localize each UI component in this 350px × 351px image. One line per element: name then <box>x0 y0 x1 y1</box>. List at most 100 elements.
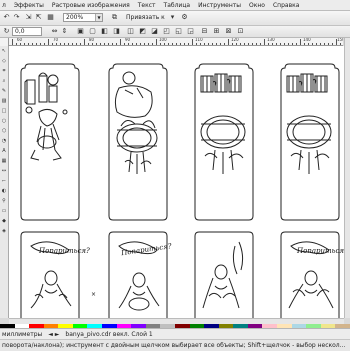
rectangle-tool-icon[interactable]: □ <box>1 108 7 114</box>
text-tool-icon[interactable]: A <box>1 148 7 154</box>
combine-icon[interactable]: ◧ <box>100 27 109 36</box>
export-icon[interactable]: ⇱ <box>34 13 43 22</box>
options-icon[interactable]: ⚙ <box>180 13 189 22</box>
vertical-scrollbar[interactable] <box>344 38 350 318</box>
menu-item-window[interactable]: Окно <box>245 2 269 9</box>
mirror-vertical-icon[interactable]: ⇕ <box>60 27 69 36</box>
app-launcher-icon[interactable]: ▦ <box>46 13 55 22</box>
menu-item-tools[interactable]: Инструменты <box>194 2 245 9</box>
status-bar-hint: поворота/наклона); инструмент с двойным … <box>0 339 350 351</box>
to-front-icon[interactable]: ⊞ <box>212 27 221 36</box>
connector-tool-icon[interactable]: ⌐ <box>1 178 7 184</box>
ruler-number: 120 <box>231 38 239 42</box>
polygon-tool-icon[interactable]: ⬡ <box>1 128 7 134</box>
chevron-down-icon[interactable]: ▼ <box>95 14 102 21</box>
ruler-tick <box>88 43 89 45</box>
zoom-value: 200% <box>66 14 84 21</box>
ruler-tick <box>40 43 41 45</box>
panel-top-4 <box>280 63 340 221</box>
ruler-tick <box>192 39 193 45</box>
import-icon[interactable]: ⇲ <box>24 13 33 22</box>
units-label: миллиметры <box>2 331 43 338</box>
group-icon[interactable]: ▣ <box>76 27 85 36</box>
standard-toolbar: ↶ ↷ ⇲ ⇱ ▦ 200% ▼ ⧉ Привязать к ▾ ⚙ <box>0 11 350 26</box>
simplify-icon[interactable]: ◰ <box>162 27 171 36</box>
ruler-tick <box>52 43 53 45</box>
intersect-icon[interactable]: ◪ <box>150 27 159 36</box>
table-tool-icon[interactable]: ▦ <box>1 158 7 164</box>
ruler-tick <box>324 43 325 45</box>
ruler-tick <box>84 39 85 45</box>
break-apart-icon[interactable]: ◨ <box>112 27 121 36</box>
undo-icon[interactable]: ↶ <box>2 13 11 22</box>
create-boundary-icon[interactable]: ⊡ <box>236 27 245 36</box>
smart-fill-icon[interactable]: ▨ <box>1 98 7 104</box>
ruler-tick <box>104 43 105 45</box>
menu-item-help[interactable]: Справка <box>269 2 303 9</box>
dimension-tool-icon[interactable]: ↔ <box>1 168 7 174</box>
blend-tool-icon[interactable]: ◐ <box>1 188 7 194</box>
rotation-value: 0,0 <box>15 28 25 35</box>
ruler-tick <box>152 43 153 45</box>
ruler-number: 80 <box>89 38 95 42</box>
redo-icon[interactable]: ↷ <box>12 13 21 22</box>
ruler-tick <box>156 39 157 45</box>
menu-item-bitmaps[interactable]: Растровые изображения <box>48 2 134 9</box>
ruler-tick <box>272 43 273 45</box>
ruler-tick <box>120 39 121 45</box>
ruler-tick <box>48 39 49 45</box>
fill-tool-icon[interactable]: ◆ <box>1 218 7 224</box>
ruler-tick <box>72 43 73 45</box>
ruler-tick <box>68 43 69 45</box>
layer-info: banya_pivo.cdr векл. Слой 1 <box>65 331 153 338</box>
menu-item-table[interactable]: Таблица <box>160 2 195 9</box>
zoom-combo[interactable]: 200% ▼ <box>63 13 103 22</box>
rotation-field[interactable]: 0,0 <box>12 27 42 36</box>
to-back-icon[interactable]: ⊠ <box>224 27 233 36</box>
ruler-number: 110 <box>195 38 203 42</box>
ruler-tick <box>228 39 229 45</box>
horizontal-ruler[interactable]: 60 70 80 90 100 110 120 130 140 150 <box>8 38 343 46</box>
ruler-tick <box>256 43 257 45</box>
rotation-icon: ↻ <box>3 27 10 35</box>
weld-icon[interactable]: ◫ <box>126 27 135 36</box>
ruler-tick <box>340 43 341 45</box>
ellipse-tool-icon[interactable]: ○ <box>1 118 7 124</box>
basic-shapes-icon[interactable]: ◔ <box>1 138 7 144</box>
crop-tool-icon[interactable]: ⌗ <box>1 68 7 74</box>
align-icon[interactable]: ⊟ <box>200 27 209 36</box>
pick-tool-icon[interactable]: ↖ <box>1 48 7 54</box>
ruler-tick <box>64 43 65 45</box>
menu-item-edit[interactable]: л <box>0 2 10 9</box>
eyedropper-tool-icon[interactable]: ⚲ <box>1 198 7 204</box>
front-minus-back-icon[interactable]: ◱ <box>174 27 183 36</box>
freehand-tool-icon[interactable]: ✎ <box>1 88 7 94</box>
shape-tool-icon[interactable]: ◇ <box>1 58 7 64</box>
ruler-tick <box>20 43 21 45</box>
ruler-number: 130 <box>267 38 275 42</box>
ruler-number: 90 <box>125 38 131 42</box>
mirror-horizontal-icon[interactable]: ⇔ <box>50 27 59 36</box>
snap-dropdown-icon[interactable]: ▾ <box>168 13 177 22</box>
ruler-tick <box>188 43 189 45</box>
menu-item-text[interactable]: Текст <box>134 2 160 9</box>
snap-to-label[interactable]: Привязать к <box>126 13 165 22</box>
panel-bottom-4-caption: Попариться? <box>296 247 344 255</box>
menu-item-effects[interactable]: Эффекты <box>10 2 48 9</box>
trim-icon[interactable]: ◩ <box>138 27 147 36</box>
ruler-tick <box>32 43 33 45</box>
back-minus-front-icon[interactable]: ◲ <box>186 27 195 36</box>
ungroup-icon[interactable]: ▢ <box>88 27 97 36</box>
ruler-tick <box>284 43 285 45</box>
ruler-tick <box>112 43 113 45</box>
full-screen-icon[interactable]: ⧉ <box>110 13 119 22</box>
panel-top-2 <box>108 63 168 221</box>
panel-bottom-4 <box>280 231 340 318</box>
zoom-tool-icon[interactable]: ⌕ <box>1 78 7 84</box>
drawing-canvas[interactable]: Попариться? Попариться? Попариться? × <box>9 46 344 318</box>
outline-tool-icon[interactable]: ▭ <box>1 208 7 214</box>
arrow-icon[interactable]: ◄ ► <box>48 331 59 338</box>
interactive-fill-icon[interactable]: ◈ <box>1 228 7 234</box>
drawing-artwork: Попариться? Попариться? Попариться? × <box>20 63 344 318</box>
ruler-tick <box>196 43 197 45</box>
